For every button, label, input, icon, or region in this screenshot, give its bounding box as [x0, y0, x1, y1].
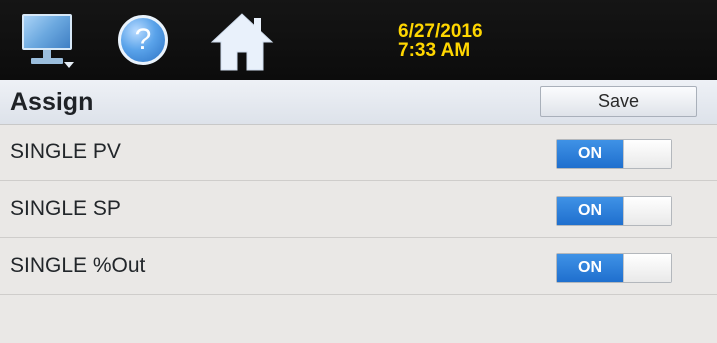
setting-row-single-out: SINGLE %Out ON: [0, 238, 717, 295]
toggle-on-label: ON: [557, 197, 623, 225]
hmi-screen: ? 6/27/2016 7:33 AM Assign Save SINGLE P…: [0, 0, 717, 343]
assign-panel: Assign Save SINGLE PV ON SINGLE SP ON SI…: [0, 80, 717, 343]
page-title: Assign: [10, 88, 94, 116]
setting-label: SINGLE PV: [10, 140, 121, 163]
monitor-icon[interactable]: [22, 14, 74, 72]
toggle-on-label: ON: [557, 140, 623, 168]
toggle-thumb: [623, 140, 671, 168]
save-button[interactable]: Save: [540, 86, 697, 117]
toggle-single-out[interactable]: ON: [556, 253, 672, 283]
home-icon-graphic: [210, 13, 274, 71]
time-text: 7:33 AM: [398, 40, 471, 61]
home-icon[interactable]: [210, 12, 274, 72]
panel-header: Assign Save: [0, 80, 717, 125]
toggle-single-sp[interactable]: ON: [556, 196, 672, 226]
monitor-base: [31, 58, 63, 64]
monitor-screen: [22, 14, 72, 50]
toggle-single-pv[interactable]: ON: [556, 139, 672, 169]
monitor-neck: [43, 50, 51, 58]
top-bar: ? 6/27/2016 7:33 AM: [0, 0, 717, 80]
date-text: 6/27/2016: [398, 21, 483, 42]
toggle-thumb: [623, 254, 671, 282]
setting-row-single-sp: SINGLE SP ON: [0, 181, 717, 238]
setting-label: SINGLE SP: [10, 197, 121, 220]
toggle-thumb: [623, 197, 671, 225]
help-icon[interactable]: ?: [118, 15, 168, 65]
toggle-on-label: ON: [557, 254, 623, 282]
datetime-display: 6/27/2016 7:33 AM: [398, 22, 483, 60]
setting-label: SINGLE %Out: [10, 254, 146, 277]
setting-row-single-pv: SINGLE PV ON: [0, 124, 717, 181]
chevron-down-icon: [64, 62, 74, 68]
